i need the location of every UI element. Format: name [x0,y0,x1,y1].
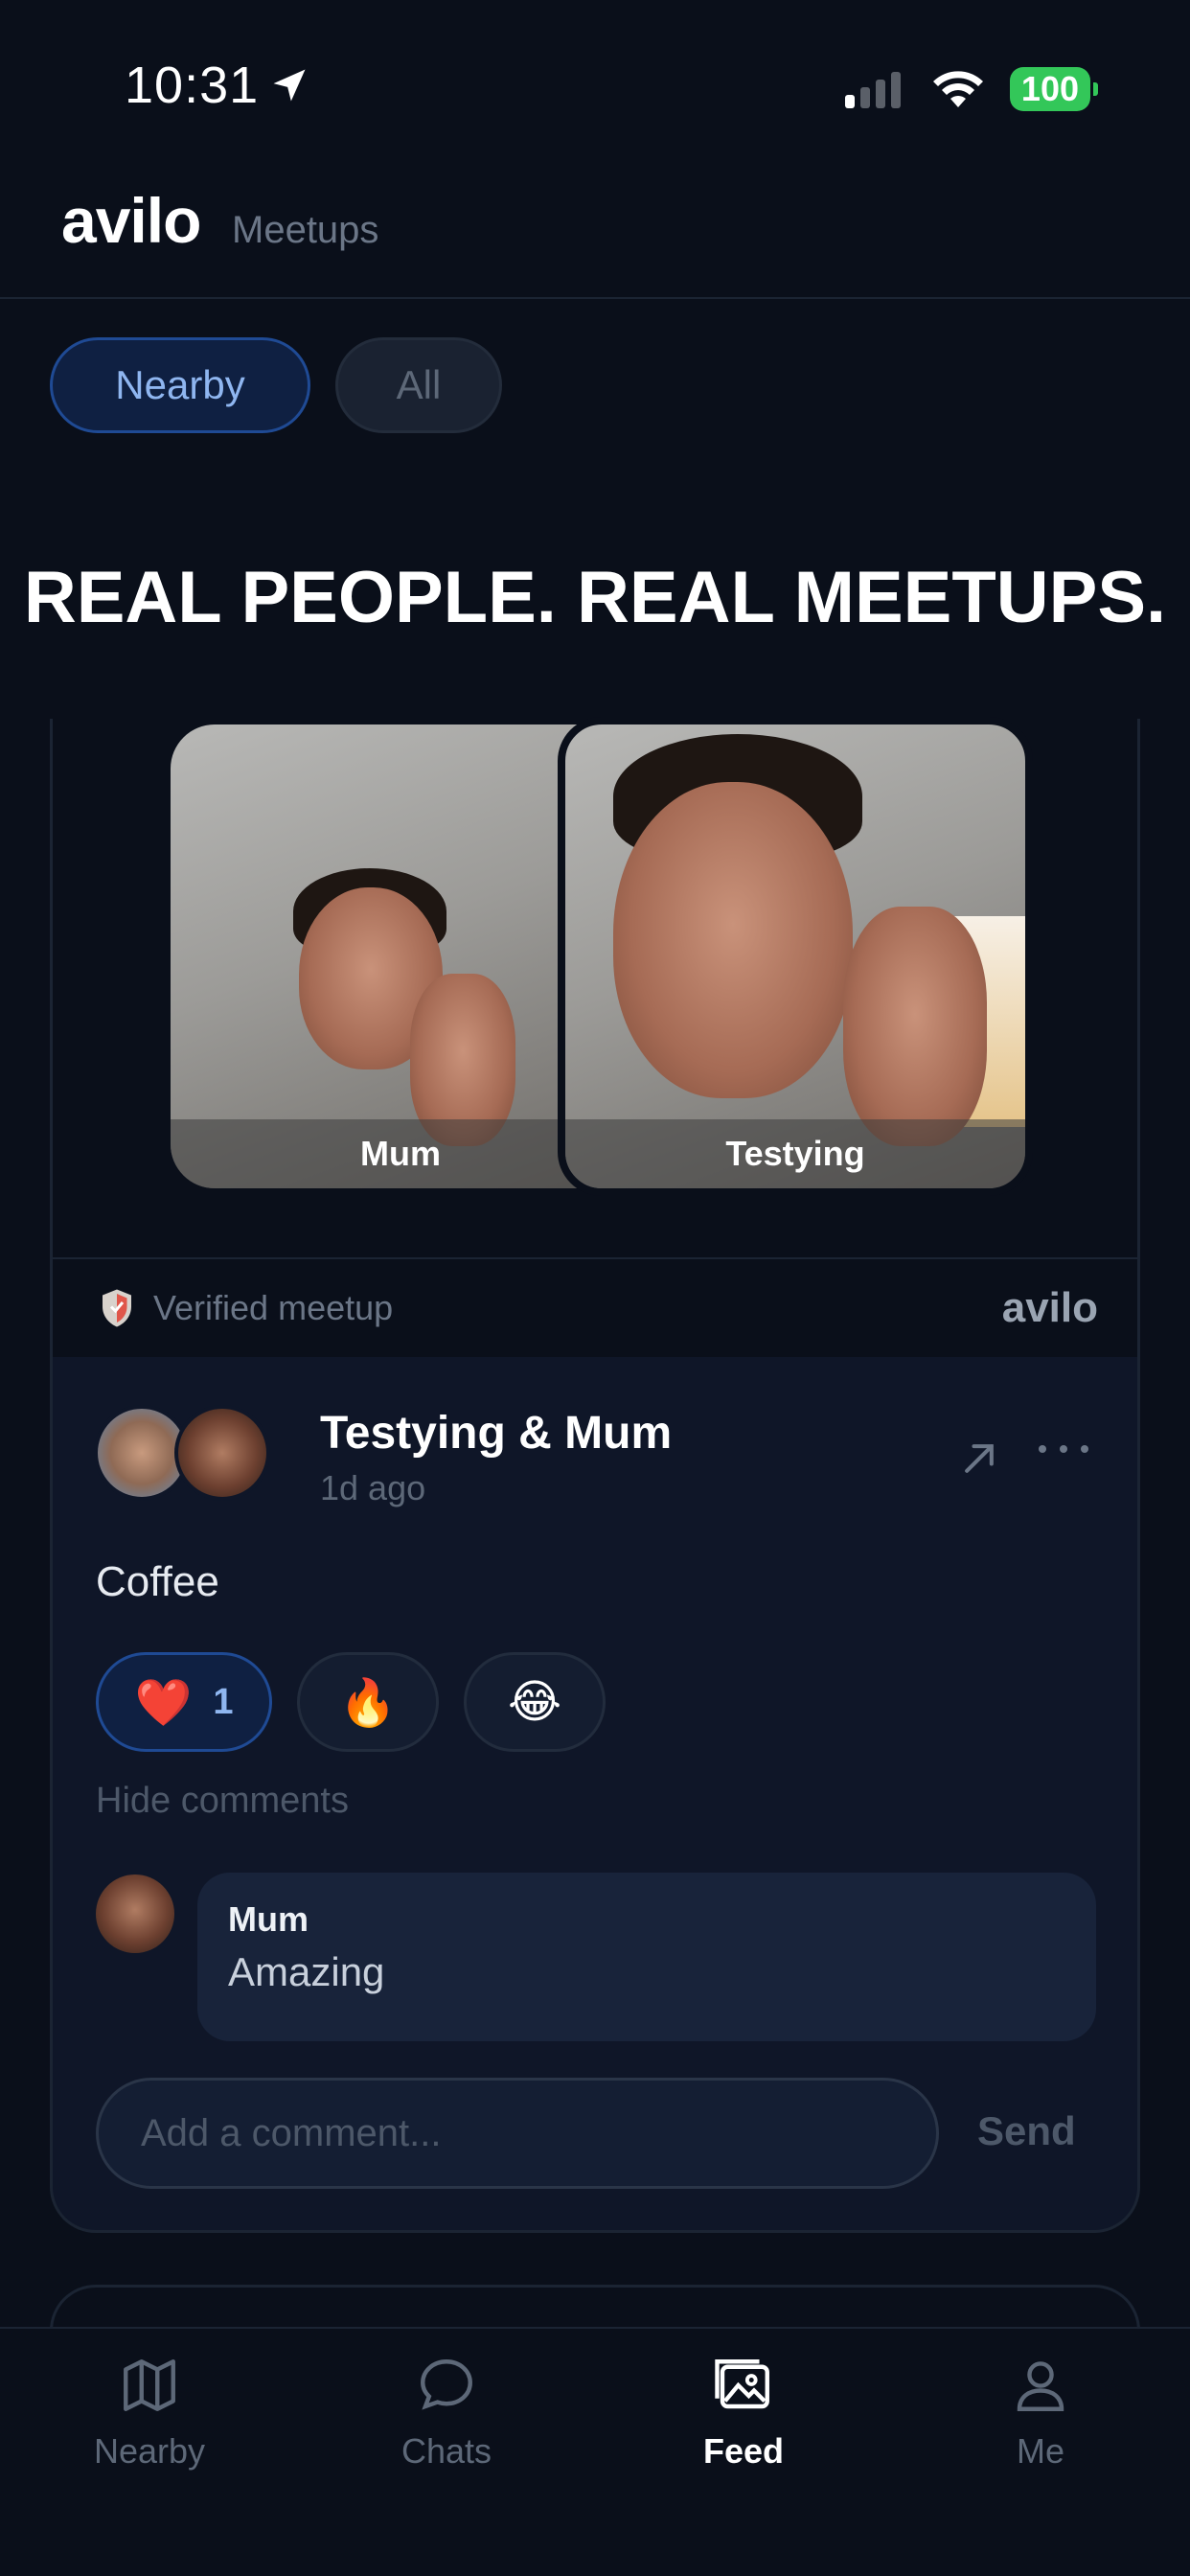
comment-text: Amazing [228,1949,385,1994]
tab-feed[interactable]: Feed [629,2354,858,2472]
filter-chip-all[interactable]: All [335,337,502,433]
brand-logo: avilo [61,185,201,256]
verified-brand: avilo [1001,1284,1098,1331]
verified-label: Verified meetup [153,1288,394,1327]
fire-icon: 🔥 [339,1677,397,1729]
chat-bubble-icon [421,2359,472,2410]
reaction-count: 1 [213,1681,234,1722]
reaction-laugh-button[interactable]: 😂 [464,1652,606,1752]
clock: 10:31 [125,57,260,114]
meetup-photo-testying[interactable]: Testying [558,717,1033,1196]
cellular-signal-icon [844,72,901,108]
tab-label: Me [1016,2431,1064,2471]
verified-meetup-row: Verified meetup avilo [50,1257,1140,1357]
shield-icon [103,1289,131,1327]
status-bar-indicators: 100 [844,67,1099,111]
page-subtitle: Meetups [232,209,379,251]
reaction-heart-button[interactable]: ❤️ 1 [96,1652,272,1752]
map-icon [124,2359,175,2411]
wifi-icon [932,71,983,107]
avatar[interactable] [174,1405,270,1501]
person-icon [1017,2361,1064,2411]
tab-nearby[interactable]: Nearby [34,2354,264,2472]
post-timestamp: 1d ago [320,1468,426,1507]
comment-author: Mum [228,1899,309,1939]
reaction-fire-button[interactable]: 🔥 [297,1652,439,1752]
tab-me[interactable]: Me [926,2354,1156,2472]
laughing-face-icon: 😂 [507,1677,562,1728]
tab-label: Chats [400,2431,492,2471]
photo-label: Testying [565,1119,1025,1188]
hide-comments-link[interactable]: Hide comments [96,1781,349,1822]
comment-avatar[interactable] [96,1874,174,1953]
filter-chip-nearby[interactable]: Nearby [50,337,310,433]
post-text: Coffee [96,1558,219,1605]
tab-chats[interactable]: Chats [332,2354,561,2472]
heart-icon: ❤️ [134,1677,193,1729]
photos-icon [715,2359,769,2409]
tab-label: Feed [702,2431,785,2471]
page-headline: REAL PEOPLE. REAL MEETUPS. [23,557,1167,638]
more-options-icon[interactable] [1037,1439,1090,1459]
status-bar-time: 10:31 [125,56,310,115]
battery-indicator: 100 [1009,67,1099,111]
post-title[interactable]: Testying & Mum [320,1407,672,1460]
tab-label: Nearby [93,2431,206,2471]
send-button[interactable]: Send [977,2108,1076,2154]
header-divider [0,297,1190,299]
comment-bubble: Mum Amazing [197,1873,1096,2041]
comment-input[interactable] [96,2078,939,2189]
location-arrow-icon [273,69,306,102]
share-arrow-icon[interactable] [958,1438,1000,1480]
